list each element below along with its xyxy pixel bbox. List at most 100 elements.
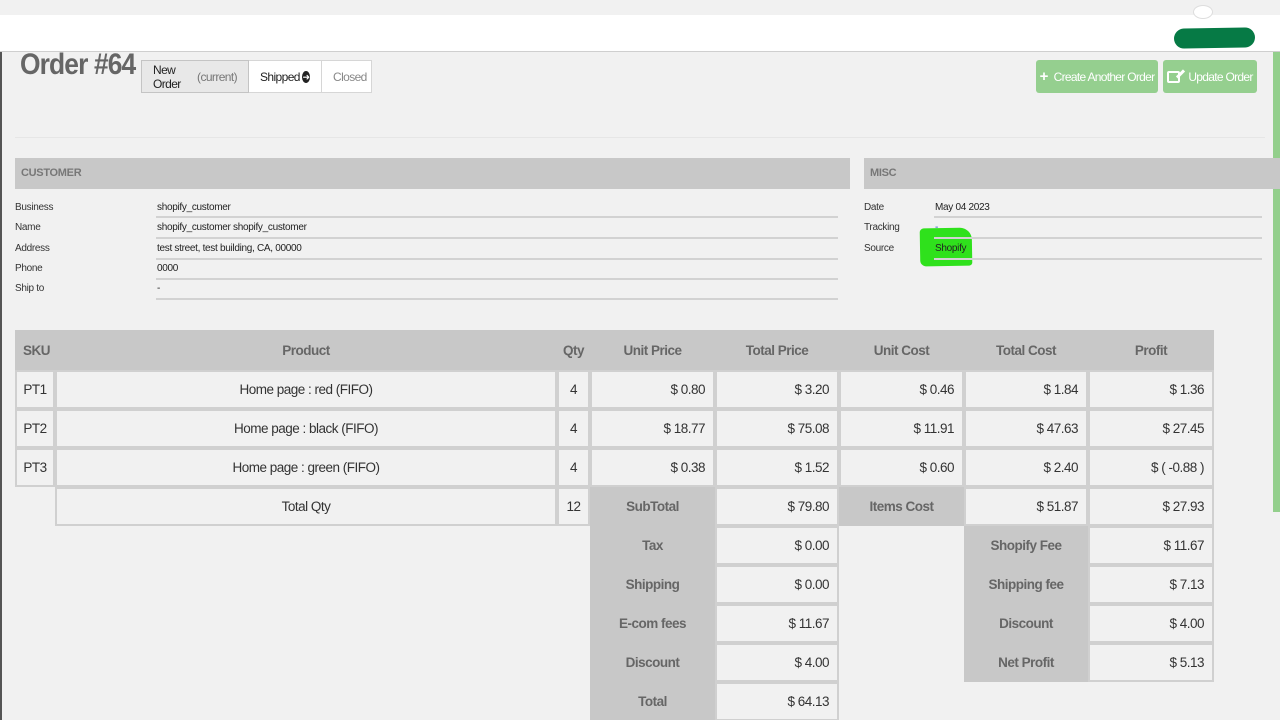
field-underline	[156, 298, 838, 300]
empty-cell	[839, 526, 964, 565]
left-border	[0, 52, 2, 720]
discount-label: Discount	[590, 643, 715, 682]
user-avatar[interactable]	[1193, 5, 1213, 19]
qty-cell: 4	[557, 409, 590, 448]
date-value: May 04 2023	[935, 202, 990, 213]
product-cell: Home page : green (FIFO)	[55, 448, 557, 487]
arrow-circle-right-icon: ➜	[301, 70, 310, 83]
business-label: Business	[15, 202, 54, 213]
shipping-label: Shipping	[590, 565, 715, 604]
profit-cell: $ 27.45	[1088, 409, 1214, 448]
empty-cell	[839, 565, 964, 604]
status-new-order-label: New Order	[153, 62, 181, 91]
address-value: test street, test building, CA, 00000	[157, 243, 302, 254]
top-strip	[0, 0, 1280, 15]
date-label: Date	[864, 202, 884, 213]
status-new-order[interactable]: New Order (current)	[141, 60, 249, 93]
status-shipped[interactable]: Shipped ➜	[249, 60, 322, 93]
tracking-label: Tracking	[864, 222, 900, 233]
col-header-qty: Qty	[557, 330, 590, 370]
table-row[interactable]: PT1 Home page : red (FIFO) 4 $ 0.80 $ 3.…	[15, 370, 1214, 409]
total-qty-label: Total Qty	[55, 487, 557, 526]
field-underline	[934, 258, 1262, 260]
field-underline	[156, 216, 838, 218]
sku-cell: PT2	[15, 409, 55, 448]
unit-price-cell: $ 0.80	[590, 370, 715, 409]
col-header-total-cost: Total Cost	[964, 330, 1088, 370]
profit-cell: $ ( -0.88 )	[1088, 448, 1214, 487]
name-label: Name	[15, 222, 41, 233]
ecom-fees-label: E-com fees	[590, 604, 715, 643]
status-current-suffix: (current)	[197, 69, 238, 84]
shipping-value: $ 0.00	[715, 565, 839, 604]
empty-cell	[839, 604, 964, 643]
status-closed[interactable]: Closed	[322, 60, 372, 93]
tax-label: Tax	[590, 526, 715, 565]
summary-row-shipping: Shipping $ 0.00 Shipping fee $ 7.13	[15, 565, 1214, 604]
empty-cell	[839, 682, 1214, 720]
net-profit-label: Net Profit	[964, 643, 1088, 682]
misc-section-heading: MISC	[864, 158, 1280, 189]
status-shipped-label: Shipped	[260, 69, 300, 84]
profit-cell: $ 1.36	[1088, 370, 1214, 409]
col-header-unit-cost: Unit Cost	[839, 330, 964, 370]
product-cell: Home page : black (FIFO)	[55, 409, 557, 448]
shipping-fee-label: Shipping fee	[964, 565, 1088, 604]
field-underline	[934, 216, 1262, 218]
qty-cell: 4	[557, 370, 590, 409]
shipping-fee-value: $ 7.13	[1088, 565, 1214, 604]
field-underline	[934, 237, 1262, 239]
profit-discount-label: Discount	[964, 604, 1088, 643]
col-header-total-price: Total Price	[715, 330, 839, 370]
update-order-button[interactable]: Update Order	[1163, 60, 1257, 93]
empty-cell	[15, 682, 590, 720]
summary-row-tax: Tax $ 0.00 Shopify Fee $ 11.67	[15, 526, 1214, 565]
product-cell: Home page : red (FIFO)	[55, 370, 557, 409]
total-label: Total	[590, 682, 715, 720]
empty-cell	[15, 487, 55, 526]
source-label: Source	[864, 243, 894, 254]
ship-to-label: Ship to	[15, 283, 45, 294]
table-row[interactable]: PT3 Home page : green (FIFO) 4 $ 0.38 $ …	[15, 448, 1214, 487]
order-items-table: SKU Product Qty Unit Price Total Price U…	[15, 330, 1214, 720]
tracking-link[interactable]: -	[935, 222, 938, 233]
summary-row-ecom-fees: E-com fees $ 11.67 Discount $ 4.00	[15, 604, 1214, 643]
total-qty-value: 12	[557, 487, 590, 526]
create-another-order-button[interactable]: + Create Another Order	[1036, 60, 1158, 93]
total-cost-cell: $ 47.63	[964, 409, 1088, 448]
status-closed-label: Closed	[333, 69, 367, 84]
total-price-cell: $ 75.08	[715, 409, 839, 448]
unit-cost-cell: $ 11.91	[839, 409, 964, 448]
empty-cell	[15, 565, 590, 604]
subtotal-value: $ 79.80	[715, 487, 839, 526]
table-header-row: SKU Product Qty Unit Price Total Price U…	[15, 330, 1214, 370]
address-label: Address	[15, 243, 50, 254]
update-order-label: Update Order	[1188, 69, 1253, 84]
summary-row-total: Total $ 64.13	[15, 682, 1214, 720]
discount-value: $ 4.00	[715, 643, 839, 682]
redacted-username	[1173, 27, 1256, 49]
empty-cell	[15, 604, 590, 643]
customer-section-heading: CUSTOMER	[15, 158, 850, 189]
scrollbar[interactable]	[1273, 52, 1280, 512]
unit-price-cell: $ 18.77	[590, 409, 715, 448]
phone-label: Phone	[15, 263, 43, 274]
plus-icon: +	[1039, 68, 1049, 85]
subtotal-label: SubTotal	[590, 487, 715, 526]
empty-cell	[15, 643, 590, 682]
phone-value: 0000	[157, 263, 179, 274]
page-title: Order #64	[20, 48, 136, 81]
profit-discount-value: $ 4.00	[1088, 604, 1214, 643]
col-header-unit-price: Unit Price	[590, 330, 715, 370]
net-profit-value: $ 5.13	[1088, 643, 1214, 682]
items-profit-value: $ 27.93	[1088, 487, 1214, 526]
col-header-sku: SKU	[15, 330, 55, 370]
qty-cell: 4	[557, 448, 590, 487]
header-divider	[15, 137, 1265, 138]
field-underline	[156, 278, 838, 280]
total-price-cell: $ 1.52	[715, 448, 839, 487]
shopify-fee-label: Shopify Fee	[964, 526, 1088, 565]
ecom-fees-value: $ 11.67	[715, 604, 839, 643]
table-row[interactable]: PT2 Home page : black (FIFO) 4 $ 18.77 $…	[15, 409, 1214, 448]
total-cost-cell: $ 1.84	[964, 370, 1088, 409]
